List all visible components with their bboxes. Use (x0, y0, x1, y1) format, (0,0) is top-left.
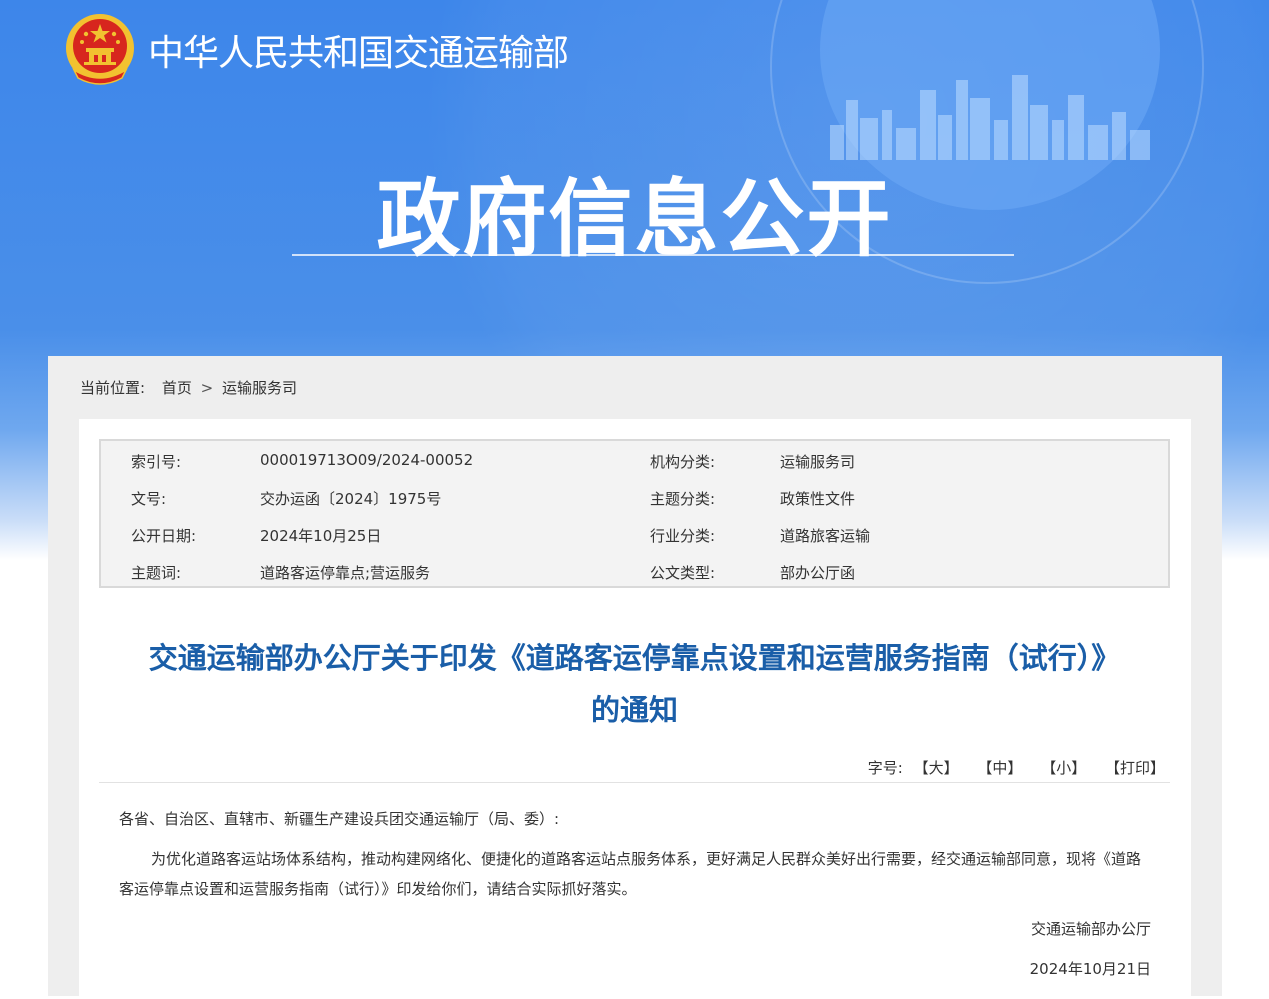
document-title-line: 交通运输部办公厅关于印发《道路客运停靠点设置和运营服务指南（试行）》 (148, 641, 1121, 675)
font-medium-button[interactable]: 【中】 (977, 759, 1022, 777)
document-title: 交通运输部办公厅关于印发《道路客运停靠点设置和运营服务指南（试行）》 的通知 (99, 632, 1170, 736)
breadcrumb-label: 当前位置: (80, 379, 146, 397)
breadcrumb-separator: > (200, 379, 214, 397)
metadata-row: 文号: 交办运函〔2024〕1975号 主题分类: 政策性文件 (101, 478, 1168, 515)
city-skyline-graphic (830, 75, 1150, 160)
metadata-value: 运输服务司 (780, 453, 856, 471)
signoff-organization: 交通运输部办公厅 (1030, 920, 1151, 938)
metadata-row: 主题词: 道路客运停靠点;营运服务 公文类型: 部办公厅函 (101, 552, 1168, 589)
font-small-button[interactable]: 【小】 (1041, 759, 1086, 777)
font-size-label: 字号: (867, 759, 903, 777)
font-size-toolbar: 字号: 【大】 【中】 【小】 【打印】 (868, 757, 1165, 778)
metadata-key: 机构分类: (650, 453, 716, 471)
national-emblem-icon (66, 14, 134, 85)
metadata-key: 行业分类: (650, 527, 716, 545)
metadata-value: 道路客运停靠点;营运服务 (260, 564, 431, 582)
metadata-key: 主题分类: (650, 490, 716, 508)
signoff-date: 2024年10月21日 (1029, 960, 1151, 978)
font-large-button[interactable]: 【大】 (914, 759, 959, 777)
metadata-row: 公开日期: 2024年10月25日 行业分类: 道路旅客运输 (101, 515, 1168, 552)
breadcrumb-section-link[interactable]: 运输服务司 (222, 379, 297, 397)
document-title-line: 的通知 (590, 693, 678, 727)
metadata-key: 主题词: (131, 564, 182, 582)
metadata-table: 索引号: 000019713O09/2024-00052 机构分类: 运输服务司… (99, 439, 1170, 588)
breadcrumb-home-link[interactable]: 首页 (162, 379, 192, 397)
metadata-key: 文号: (131, 490, 167, 508)
metadata-key: 公开日期: (131, 527, 197, 545)
document-salutation: 各省、自治区、直辖市、新疆生产建设兵团交通运输厅（局、委）: (119, 810, 560, 828)
ministry-name[interactable]: 中华人民共和国交通运输部 (148, 24, 569, 76)
metadata-row: 索引号: 000019713O09/2024-00052 机构分类: 运输服务司 (101, 441, 1168, 478)
document-body-paragraph: 为优化道路客运站场体系结构，推动构建网络化、便捷化的道路客运站点服务体系，更好满… (119, 850, 1142, 898)
metadata-value: 道路旅客运输 (780, 527, 871, 545)
breadcrumb: 当前位置: 首页 > 运输服务司 (80, 377, 297, 398)
metadata-value: 000019713O09/2024-00052 (260, 451, 474, 469)
divider (292, 254, 1014, 256)
divider (99, 782, 1170, 783)
metadata-value: 部办公厅函 (780, 564, 856, 582)
metadata-key: 索引号: (131, 453, 182, 471)
metadata-value: 交办运函〔2024〕1975号 (260, 490, 442, 508)
metadata-key: 公文类型: (650, 564, 716, 582)
print-button[interactable]: 【打印】 (1105, 759, 1165, 777)
metadata-value: 2024年10月25日 (260, 527, 382, 545)
metadata-value: 政策性文件 (780, 490, 856, 508)
